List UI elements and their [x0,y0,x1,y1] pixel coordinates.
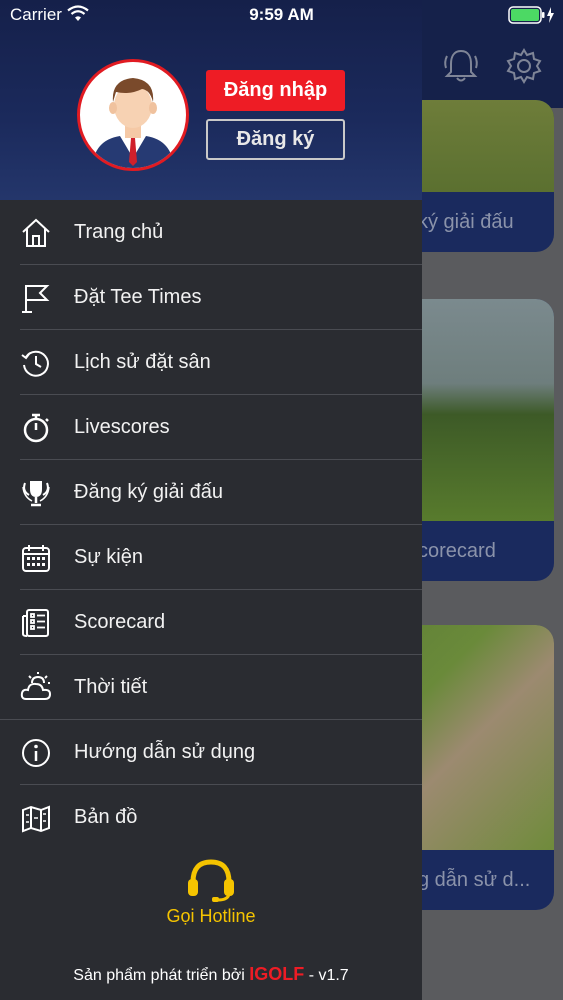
menu-item-weather[interactable]: Thời tiết [0,655,422,720]
bell-icon[interactable] [441,46,481,86]
headset-icon [188,859,234,902]
weather-icon [20,672,52,700]
hotline-label: Gọi Hotline [166,906,256,926]
menu-item-label: Sự kiện [74,546,143,568]
register-button[interactable]: Đăng ký [206,119,345,160]
menu-item-home[interactable]: Trang chủ [0,200,422,265]
footer-brand: IGOLF [249,964,305,984]
calendar-icon [22,545,50,572]
menu-item-user-guide[interactable]: Hướng dẫn sử dụng [0,720,422,785]
drawer-header: Đăng nhập Đăng ký [0,0,422,200]
menu-item-booking-history[interactable]: Lịch sử đặt sân [0,330,422,395]
history-icon [21,350,49,377]
home-icon [22,218,50,247]
user-avatar-icon [92,78,174,168]
scorecard-icon [22,609,49,637]
flag-icon [22,285,50,313]
trophy-icon [22,481,50,507]
menu-item-scorecard[interactable]: Scorecard [0,590,422,655]
menu-item-label: Hướng dẫn sử dụng [74,741,256,763]
menu-item-label: Scorecard [74,611,166,633]
footer-prefix: Sản phẩm phát triển bởi [73,967,245,984]
status-bar: Carrier 9:59 AM [0,0,563,30]
menu-item-label: Thời tiết [74,676,148,698]
menu-item-label: Đăng ký giải đấu [74,481,223,503]
clock: 9:59 AM [249,5,314,24]
login-button[interactable]: Đăng nhập [206,70,345,111]
menu-item-label: Trang chủ [74,221,164,243]
footer-credit: Sản phẩm phát triển bởi IGOLF - v1.7 [0,964,422,985]
map-icon [22,805,50,833]
gear-icon[interactable] [504,46,544,86]
battery-icon [508,6,554,24]
info-icon [22,739,50,767]
avatar[interactable] [77,59,189,171]
menu-item-label: Livescores [74,416,170,438]
menu-item-tee-times[interactable]: Đặt Tee Times [0,265,422,330]
menu-item-map[interactable]: Bản đồ [0,785,422,850]
menu-item-label: Lịch sử đặt sân [74,351,211,373]
menu-item-livescores[interactable]: Livescores [0,395,422,460]
menu-item-label: Bản đồ [74,806,138,828]
menu-item-events[interactable]: Sự kiện [0,525,422,590]
stopwatch-icon [23,413,49,443]
menu-item-label: Đặt Tee Times [74,286,202,308]
footer-version: - v1.7 [308,967,349,984]
side-drawer: Đăng nhập Đăng ký Trang chủ Đặt Tee Time… [0,0,422,1000]
hotline-button[interactable]: Gọi Hotline [0,858,422,927]
menu-item-tournament-registration[interactable]: Đăng ký giải đấu [0,460,422,525]
